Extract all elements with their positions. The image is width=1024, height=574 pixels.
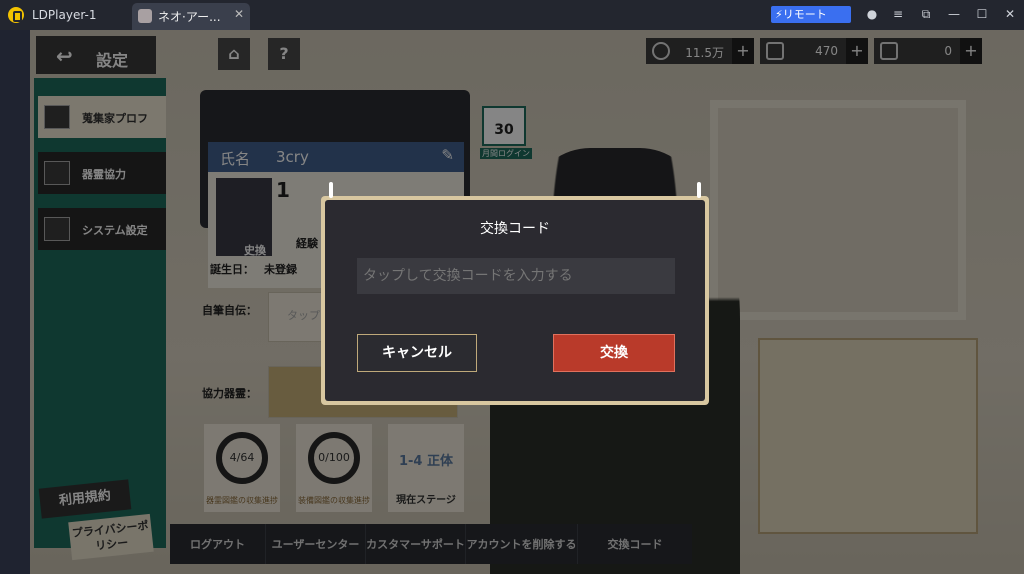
dialog-panel: 交換コード キャンセル 交換 <box>325 200 705 401</box>
ldplayer-logo-icon <box>8 7 24 23</box>
menu-icon[interactable]: ≡ <box>890 6 906 22</box>
minimize-icon[interactable]: — <box>946 6 962 22</box>
game-icon <box>138 9 152 23</box>
close-tab-icon[interactable]: ✕ <box>234 7 244 21</box>
maximize-icon[interactable]: ☐ <box>974 6 990 22</box>
tab-game[interactable]: ネオ·アー... ✕ <box>132 3 250 30</box>
cancel-button[interactable]: キャンセル <box>357 334 477 372</box>
account-icon[interactable]: ● <box>864 6 880 22</box>
remote-button[interactable]: ⚡リモート <box>771 6 851 23</box>
remote-label: リモート <box>782 8 827 21</box>
redeem-code-dialog: 交換コード キャンセル 交換 <box>321 182 709 405</box>
app-title: LDPlayer-1 <box>32 8 97 22</box>
close-window-icon[interactable]: ✕ <box>1002 6 1018 22</box>
pin-left <box>329 182 333 198</box>
restore-icon[interactable]: ⧉ <box>918 6 934 22</box>
pin-right <box>697 182 701 198</box>
dialog-title: 交換コード <box>480 221 550 237</box>
redeem-code-input[interactable] <box>357 258 675 294</box>
redeem-button[interactable]: 交換 <box>553 334 675 372</box>
emulator-titlebar: LDPlayer-1 ネオ·アー... ✕ ⚡リモート ● ≡ ⧉ — ☐ ✕ <box>0 0 1024 30</box>
tab-label: ネオ·アー... <box>158 10 221 24</box>
